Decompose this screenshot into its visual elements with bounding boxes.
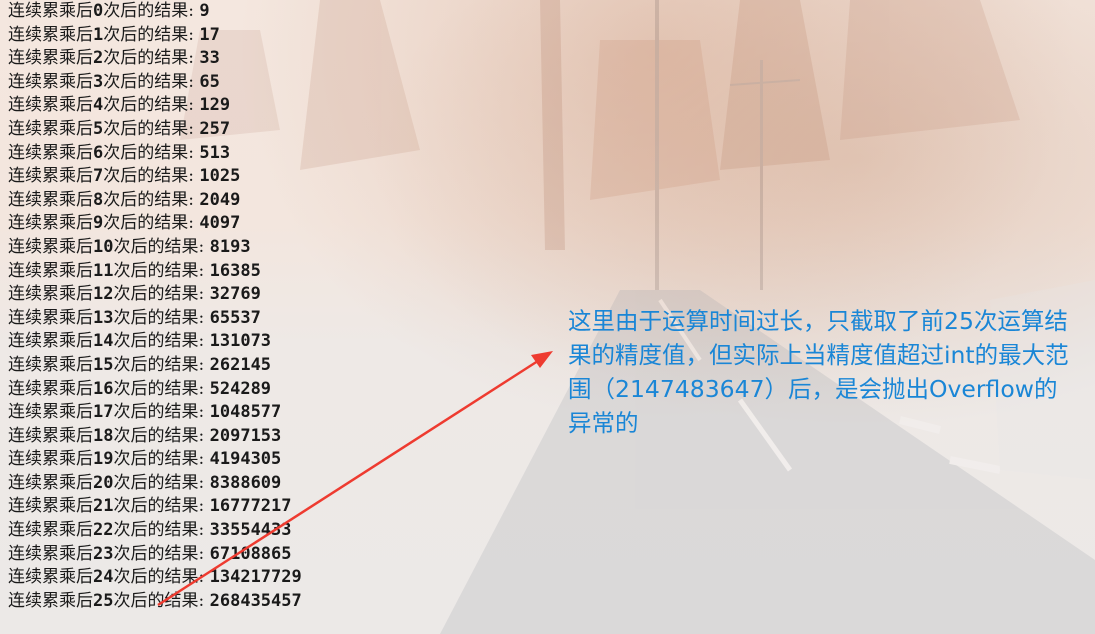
arrow-line [157,357,542,607]
annotation-text: 这里由于运算时间过长，只截取了前25次运算结果的精度值，但实际上当精度值超过in… [568,307,1069,437]
arrow-head-icon [531,351,553,368]
